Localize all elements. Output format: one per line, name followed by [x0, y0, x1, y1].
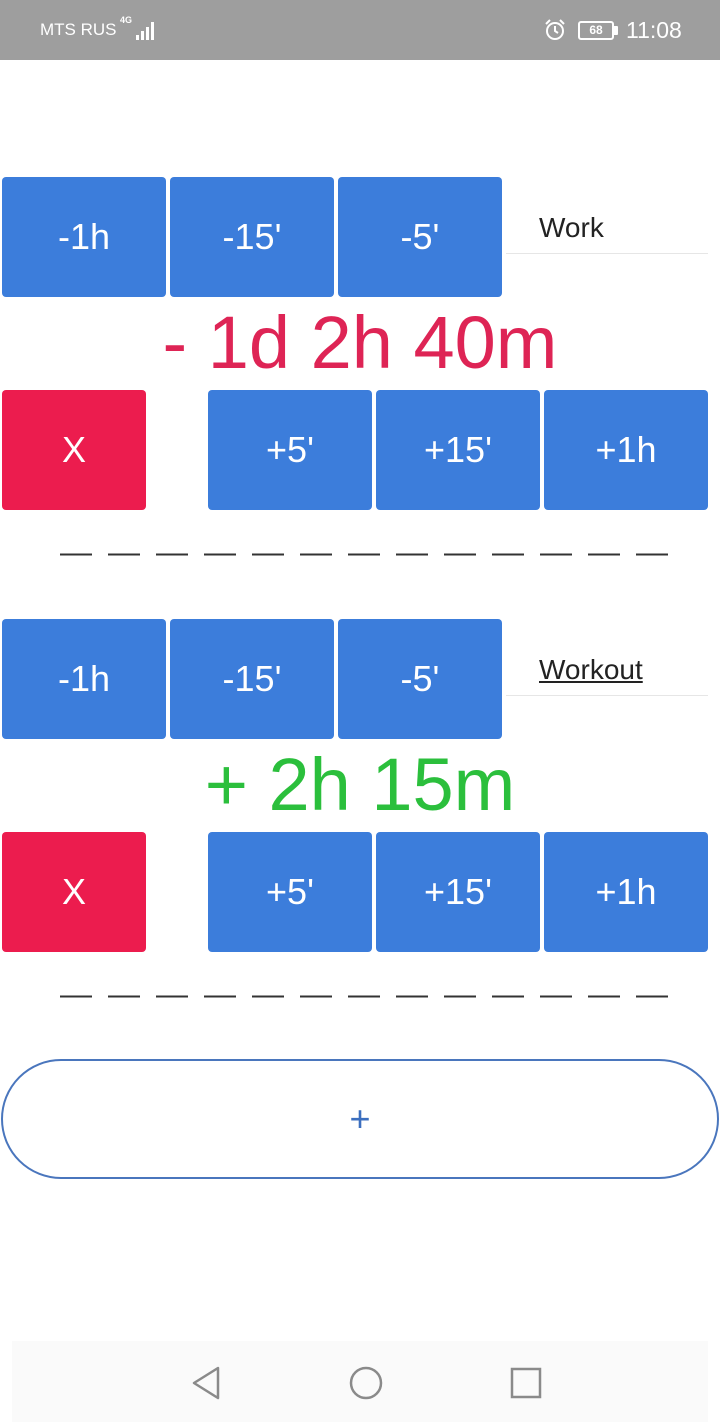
- clock: 11:08: [626, 17, 682, 43]
- divider: [60, 553, 670, 556]
- minus-1h-button[interactable]: -1h: [2, 177, 166, 297]
- home-icon[interactable]: [346, 1363, 386, 1403]
- plus-15m-button[interactable]: +15': [376, 390, 540, 510]
- timer-total: + 2h 15m: [204, 743, 516, 826]
- battery-tip: [614, 26, 618, 35]
- minus-15m-button[interactable]: -15': [170, 619, 334, 739]
- navigation-bar: [12, 1341, 708, 1422]
- plus-1h-button[interactable]: +1h: [544, 832, 708, 952]
- recents-icon[interactable]: [506, 1363, 546, 1403]
- timer-name-input[interactable]: Work: [506, 206, 708, 254]
- alarm-icon: [545, 19, 565, 40]
- plus-5m-button[interactable]: +5': [208, 832, 372, 952]
- plus-15m-button[interactable]: +15': [376, 832, 540, 952]
- status-bar: MTS RUS 4G 68 11:08: [0, 0, 720, 60]
- timer-name-input[interactable]: Workout: [506, 648, 708, 696]
- plus-1h-button[interactable]: +1h: [544, 390, 708, 510]
- signal-icon: [136, 20, 158, 40]
- minus-5m-button[interactable]: -5': [338, 177, 502, 297]
- timer-name-text: Workout: [539, 654, 643, 685]
- add-timer-button[interactable]: +: [1, 1059, 719, 1179]
- timer-total: - 1d 2h 40m: [162, 301, 558, 384]
- minus-5m-button[interactable]: -5': [338, 619, 502, 739]
- carrier-label: MTS RUS: [40, 20, 117, 39]
- network-type-label: 4G: [120, 15, 133, 25]
- timer-name-text: Work: [539, 212, 604, 243]
- battery-icon: 68: [578, 21, 614, 40]
- plus-5m-button[interactable]: +5': [208, 390, 372, 510]
- clear-button[interactable]: X: [2, 832, 146, 952]
- back-icon[interactable]: [186, 1363, 226, 1403]
- divider: [60, 995, 670, 998]
- minus-1h-button[interactable]: -1h: [2, 619, 166, 739]
- clear-button[interactable]: X: [2, 390, 146, 510]
- minus-15m-button[interactable]: -15': [170, 177, 334, 297]
